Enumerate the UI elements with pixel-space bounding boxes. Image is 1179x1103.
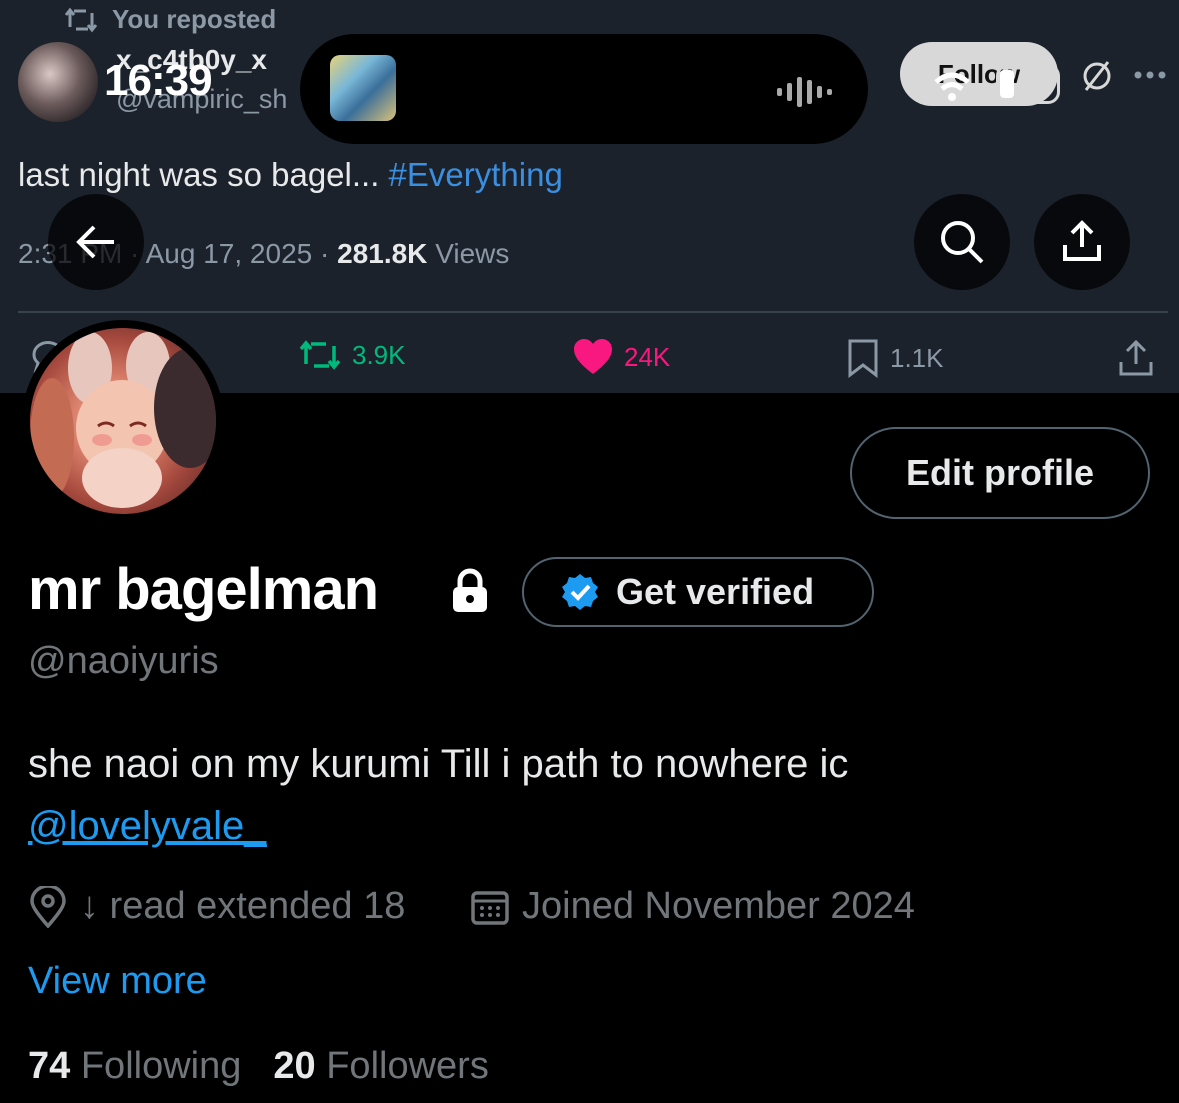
follow-counts: 74 Following 20 Followers [28,1045,489,1088]
joined-text: Joined November 2024 [522,885,915,927]
status-bar-time: 16:39 [104,56,213,105]
bookmark-count: 1.1K [890,342,944,373]
search-icon [938,218,986,266]
verified-badge-icon [560,572,600,612]
audio-wave-icon [775,74,839,110]
following-count: 74 [28,1045,71,1087]
get-verified-button[interactable]: Get verified [522,557,874,627]
back-arrow-icon [74,222,118,262]
following-link[interactable]: 74 Following [28,1045,241,1088]
tweet-views-label: Views [435,238,510,269]
location-text: ↓ read extended 18 [80,885,406,927]
repost-count: 3.9K [352,339,406,370]
calendar-icon [470,887,510,927]
profile-avatar[interactable] [30,328,216,514]
bio-mention-link[interactable]: @lovelyvale_ [28,804,267,849]
profile-banner[interactable]: You reposted x_c4tb0y_x @vampiric_sh las… [0,0,1179,393]
grok-icon[interactable] [1080,56,1114,96]
now-playing-artwork [330,55,396,121]
repost-indicator: You reposted [64,4,276,35]
tweet-text: last night was so bagel... #Everything [18,156,563,194]
followers-label: Followers [326,1045,489,1087]
share-icon [1116,338,1156,378]
heart-icon [572,338,614,376]
bookmark-action[interactable]: 1.1K [846,338,944,378]
location-pin-icon [28,885,68,928]
profile-bio: she naoi on my kurumi Till i path to now… [28,742,849,786]
share-profile-button[interactable] [1034,194,1130,290]
profile-joined: Joined November 2024 [470,885,915,928]
tweet-views-count: 281.8K [337,238,428,269]
share-icon [1059,219,1105,265]
display-name: mr bagelman [28,557,379,622]
tweet-hashtag[interactable]: #Everything [389,156,563,193]
profile-handle: @naoiyuris [28,640,219,682]
divider [18,311,1168,313]
repost-icon [64,7,98,33]
tweet-author-avatar[interactable] [18,42,98,122]
repost-action[interactable]: 3.9K [298,338,406,372]
tweet-date: Aug 17, 2025 [145,238,313,269]
view-more-link[interactable]: View more [28,960,207,1003]
edit-profile-label: Edit profile [906,452,1094,493]
battery-level [1000,70,1014,98]
search-button[interactable] [914,194,1010,290]
share-action[interactable] [1116,338,1156,378]
like-count: 24K [624,341,671,372]
more-icon[interactable] [1134,70,1166,80]
wifi-icon [932,70,972,104]
bookmark-icon [846,338,880,378]
profile-location: ↓ read extended 18 [28,885,405,928]
followers-link[interactable]: 20 Followers [273,1045,488,1088]
repost-label: You reposted [112,4,277,34]
followers-count: 20 [273,1045,316,1087]
like-action[interactable]: 24K [572,338,670,376]
edit-profile-button[interactable]: Edit profile [850,427,1150,519]
tweet-body: last night was so bagel... [18,156,389,193]
repost-icon [298,338,342,372]
back-button[interactable] [48,194,144,290]
following-label: Following [80,1045,242,1087]
get-verified-label: Get verified [616,571,815,612]
lock-icon [450,568,490,614]
